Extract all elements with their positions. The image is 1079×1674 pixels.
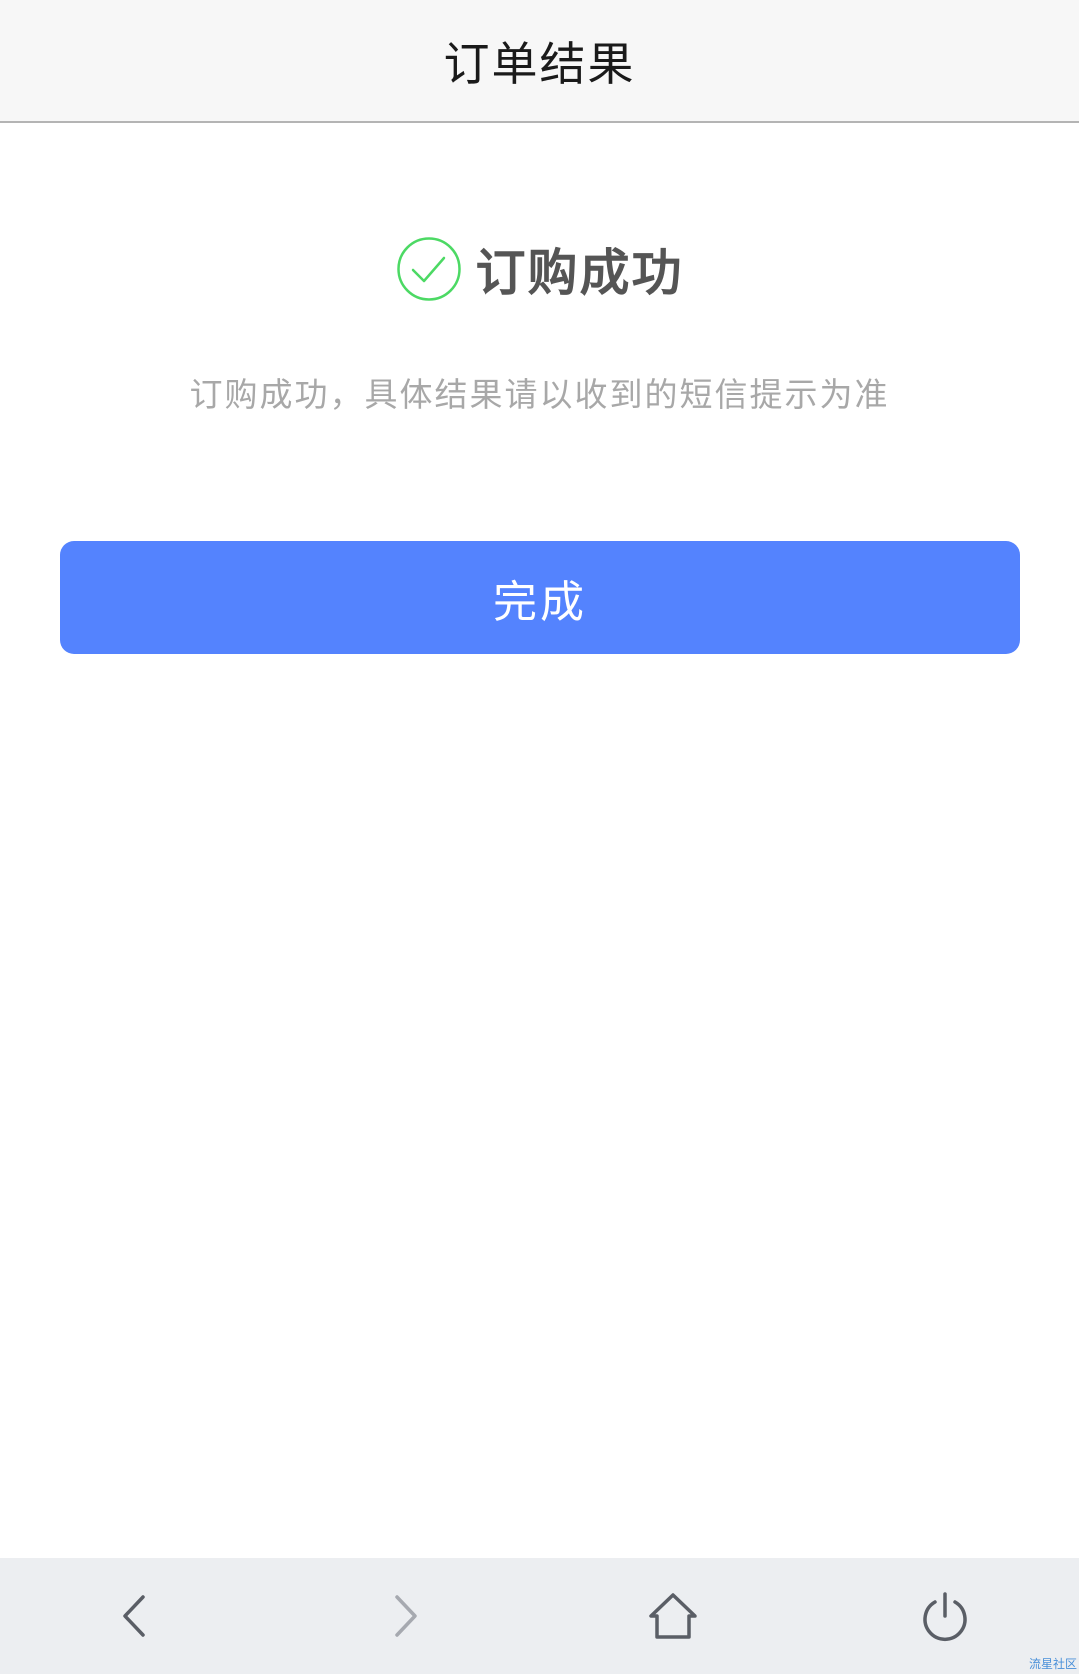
watermark: 流星社区: [1028, 1657, 1077, 1671]
page-title: 订单结果: [443, 36, 636, 91]
result-title: 订购成功: [475, 244, 684, 302]
forward-icon: [395, 1595, 417, 1637]
result-description: 订购成功，具体结果请以收到的短信提示为准: [189, 375, 890, 414]
check-circle-icon: [396, 237, 461, 301]
home-icon: [649, 1593, 697, 1639]
browser-toolbar: 流星社区: [0, 1558, 1079, 1674]
forward-button[interactable]: [375, 1586, 435, 1646]
back-icon: [123, 1595, 145, 1637]
power-button[interactable]: [915, 1586, 975, 1646]
header-bar: 订单结果: [0, 0, 1079, 123]
done-button[interactable]: 完成: [60, 541, 1020, 654]
back-button[interactable]: [105, 1586, 165, 1646]
result-heading: 订购成功: [0, 230, 1079, 308]
power-icon: [923, 1592, 967, 1641]
page: 订单结果 订购成功 订购成功，具体结果请以收到的短信提示为准 完成 流星社区: [0, 0, 1079, 1674]
home-button[interactable]: [643, 1586, 703, 1646]
